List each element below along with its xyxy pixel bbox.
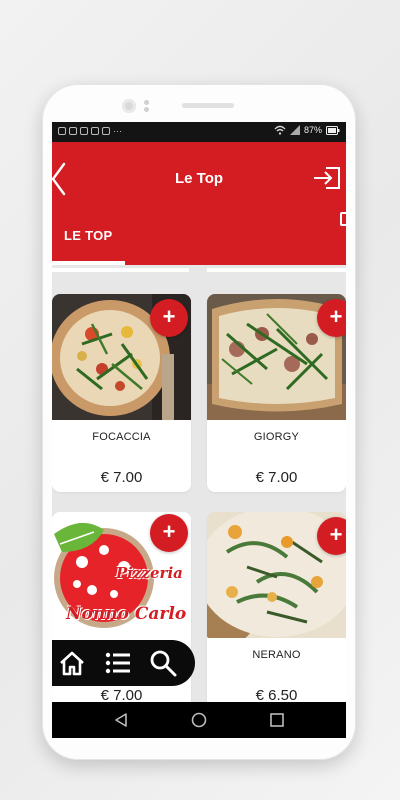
search-icon[interactable] xyxy=(149,649,177,677)
logo-text-pizzeria: Pizzeria xyxy=(116,564,183,582)
more-notifications-icon: ··· xyxy=(113,126,122,136)
add-to-cart-button[interactable]: + xyxy=(150,299,188,337)
back-nav-icon[interactable] xyxy=(113,712,129,728)
list-icon[interactable] xyxy=(104,649,132,677)
battery-percent: 87% xyxy=(303,125,322,135)
home-nav-icon[interactable] xyxy=(191,712,207,728)
battery-icon xyxy=(326,125,340,135)
tab-le-top[interactable]: LE TOP xyxy=(64,228,113,243)
system-icons: 87% xyxy=(274,125,340,135)
earpiece-speaker xyxy=(182,103,234,108)
recents-nav-icon[interactable] xyxy=(269,712,285,728)
image-icon xyxy=(69,127,77,135)
bottom-navigation xyxy=(52,640,195,686)
system-navigation-bar xyxy=(52,702,346,738)
product-price: € 7.00 xyxy=(100,469,143,486)
login-icon[interactable] xyxy=(312,166,342,190)
proximity-sensor xyxy=(144,100,149,112)
wifi-icon xyxy=(274,125,286,135)
product-name: GIORGY xyxy=(253,431,300,443)
status-bar: ··· 87% xyxy=(52,122,346,142)
tab-overflow-icon[interactable] xyxy=(340,212,346,226)
logo-text-nonno-carlo: Nonno Carlo xyxy=(66,604,187,624)
page-title: Le Top xyxy=(174,170,224,187)
signal-icon xyxy=(289,125,300,135)
product-name: FOCACCIA xyxy=(92,431,151,443)
app-screen: ··· 87% Le Top LE TOP FOCACCIA € 7.00 + … xyxy=(52,122,346,738)
add-to-cart-button[interactable]: + xyxy=(150,514,188,552)
previous-row-edge xyxy=(52,268,346,272)
facebook-icon xyxy=(80,127,88,135)
app-bar: Le Top LE TOP xyxy=(52,142,346,265)
front-camera xyxy=(122,99,136,113)
tab-indicator xyxy=(52,261,125,265)
notification-icons: ··· xyxy=(58,126,122,136)
product-name: NERANO xyxy=(252,649,301,661)
product-price: € 7.00 xyxy=(255,469,298,486)
home-icon[interactable] xyxy=(58,649,86,677)
app-icon xyxy=(102,127,110,135)
warning-icon xyxy=(58,127,66,135)
gmail-icon xyxy=(91,127,99,135)
